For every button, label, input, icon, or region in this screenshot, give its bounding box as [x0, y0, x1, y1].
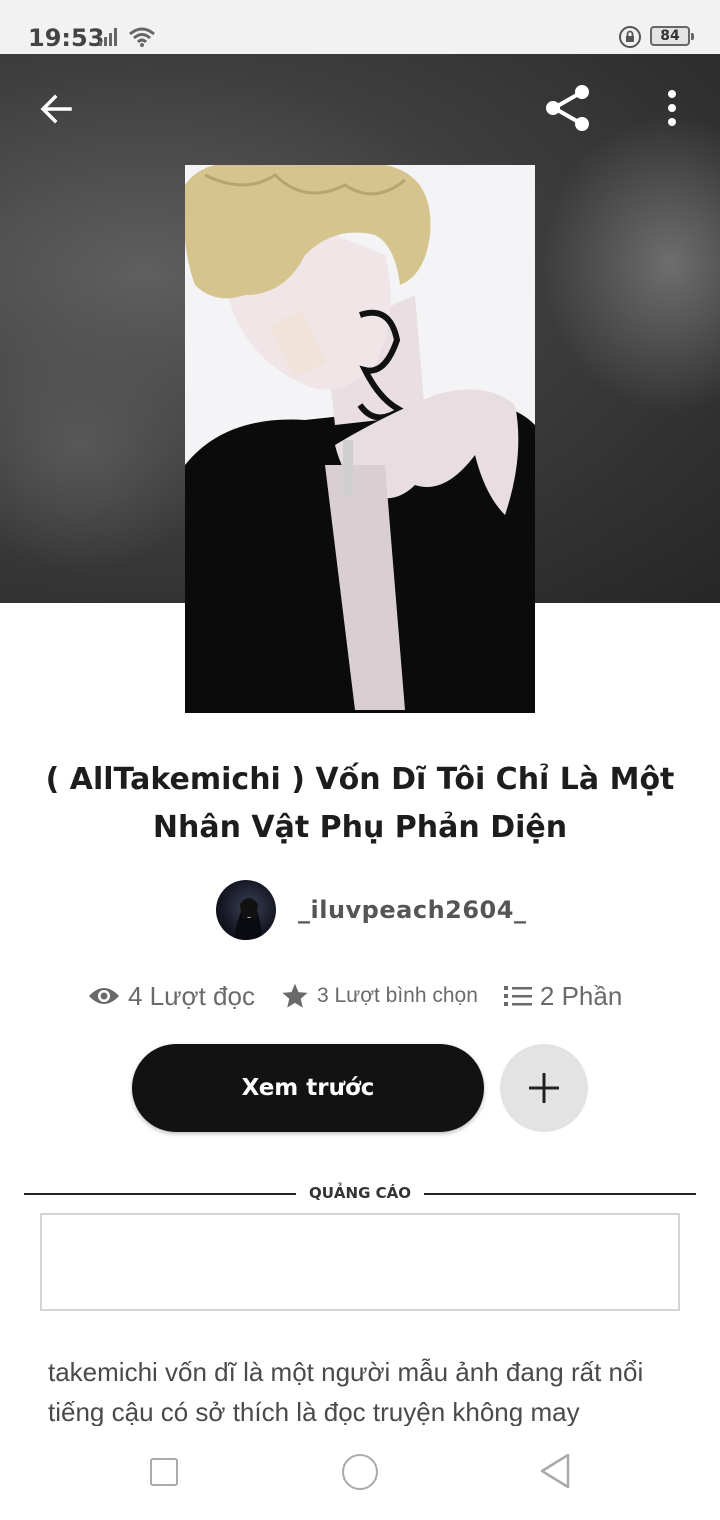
- author-avatar[interactable]: [216, 880, 276, 940]
- wifi-icon: [129, 27, 155, 47]
- back-button[interactable]: [28, 81, 84, 137]
- status-time: 19:53: [28, 24, 105, 52]
- ad-divider-left: [24, 1193, 296, 1195]
- avatar-illustration: [234, 898, 262, 940]
- story-title: ( AllTakemichi ) Vốn Dĩ Tôi Chỉ Là Một N…: [45, 762, 675, 845]
- signal-icon: [99, 28, 117, 46]
- star-icon: [282, 983, 308, 1008]
- battery-indicator: 84: [650, 26, 694, 46]
- share-button[interactable]: [540, 80, 596, 136]
- ad-slot[interactable]: [40, 1213, 680, 1311]
- nav-back-button[interactable]: [538, 1452, 572, 1490]
- home-button[interactable]: [342, 1454, 378, 1490]
- recent-apps-button[interactable]: [150, 1458, 178, 1486]
- more-options-button[interactable]: [644, 80, 700, 136]
- status-bar: 19:53 84: [0, 0, 720, 54]
- reads-count: 4 Lượt đọc: [128, 980, 255, 1011]
- cover-illustration: [185, 165, 535, 713]
- list-icon: [503, 986, 532, 1006]
- ad-label: QUẢNG CÁO: [309, 1184, 411, 1202]
- story-description: takemichi vốn dĩ là một người mẫu ảnh đa…: [48, 1357, 644, 1426]
- ad-divider-right: [424, 1193, 696, 1195]
- author-name[interactable]: _iluvpeach2604_: [298, 896, 526, 924]
- preview-button[interactable]: Xem trước: [132, 1044, 484, 1132]
- story-stats: 4 Lượt đọc 3 Lượt bình chọn 2 Phần: [88, 975, 622, 1017]
- author-link[interactable]: _iluvpeach2604_: [216, 880, 526, 940]
- share-icon: [546, 85, 589, 131]
- more-vertical-icon: [668, 90, 676, 126]
- rotation-lock-icon: [619, 26, 641, 48]
- story-cover[interactable]: [185, 165, 535, 713]
- system-nav-bar: [0, 1426, 720, 1520]
- votes-count: 3 Lượt bình chọn: [316, 984, 478, 1007]
- votes-stat: 3 Lượt bình chọn: [281, 982, 478, 1010]
- add-to-library-button[interactable]: [500, 1044, 588, 1132]
- story-details-screen: 19:53 84 (AllTakemichi) Vốn Dĩ Tôi Chỉ…: [0, 0, 720, 1520]
- reads-stat: 4 Lượt đọc: [88, 981, 255, 1012]
- arrow-left-icon: [40, 94, 72, 124]
- parts-stat: 2 Phần: [503, 980, 623, 1012]
- plus-icon: [529, 1073, 559, 1103]
- eye-icon: [89, 988, 119, 1004]
- parts-count: 2 Phần: [539, 980, 623, 1011]
